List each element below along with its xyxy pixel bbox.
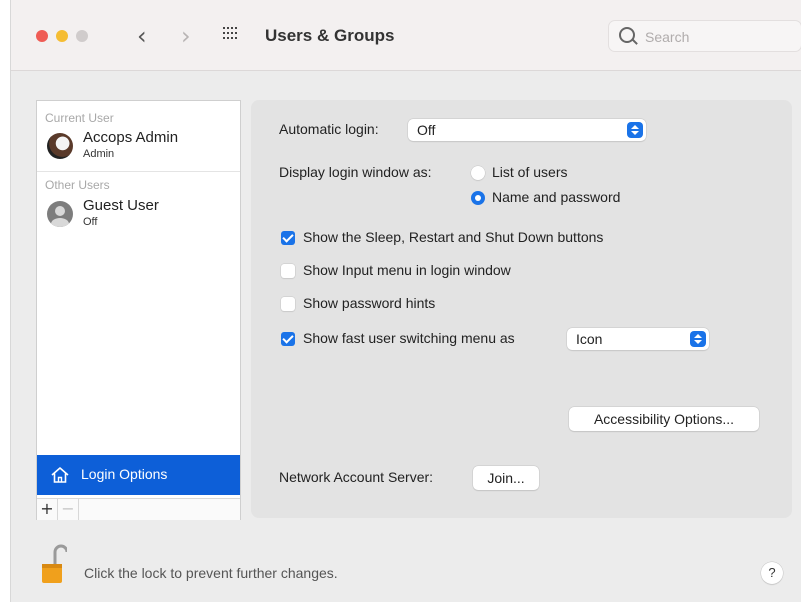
close-window-button[interactable] [36,30,48,42]
checkbox-show-sleep-restart[interactable] [281,231,295,245]
checkbox-show-password-hints[interactable] [281,297,295,311]
accessibility-options-button[interactable]: Accessibility Options... [569,407,759,431]
window-title: Users & Groups [265,26,395,45]
search-icon [619,27,635,43]
automatic-login-value: Off [417,122,436,138]
display-login-label: Display login window as: [279,164,432,180]
help-button[interactable]: ? [761,562,783,584]
other-users-label: Other Users [45,178,110,192]
eagle-avatar [47,133,73,159]
login-options-panel: Automatic login: Off Display login windo… [251,100,792,518]
user-role: Admin [83,148,115,160]
user-row-guest[interactable]: Guest User Off [37,195,240,239]
popup-arrows-icon [690,331,706,347]
sidebar-footer: + − [37,498,240,520]
automatic-login-label: Automatic login: [279,121,379,137]
radio-list-of-users-label[interactable]: List of users [492,164,567,180]
checkbox-show-password-hints-label[interactable]: Show password hints [303,295,435,311]
network-account-server-label: Network Account Server: [279,469,434,485]
radio-name-and-password[interactable] [471,191,485,205]
automatic-login-popup[interactable]: Off [408,119,646,141]
search-input[interactable] [643,27,797,47]
user-role: Off [83,216,98,228]
fast-switching-popup[interactable]: Icon [567,328,709,350]
forward-chevron-icon[interactable]: › [181,22,191,50]
join-button[interactable]: Join... [473,466,539,490]
fast-switching-value: Icon [576,331,603,347]
sidebar-item-login-options[interactable]: Login Options [37,455,240,495]
user-name: Accops Admin [83,129,179,146]
house-icon [51,467,69,483]
lock-status-text: Click the lock to prevent further change… [84,565,338,581]
user-row-accops-admin[interactable]: Accops Admin Admin [37,127,240,171]
zoom-window-button[interactable] [76,30,88,42]
guest-avatar-icon [47,201,73,227]
add-user-button[interactable]: + [37,499,58,520]
checkbox-show-sleep-restart-label[interactable]: Show the Sleep, Restart and Shut Down bu… [303,229,603,245]
user-name: Guest User [83,197,159,214]
checkbox-show-input-menu[interactable] [281,264,295,278]
login-options-label: Login Options [81,466,168,482]
users-sidebar: Current User Accops Admin Admin Other Us… [36,100,241,520]
radio-name-and-password-label[interactable]: Name and password [492,189,620,205]
search-field[interactable] [608,20,801,52]
checkbox-fast-user-switching-label[interactable]: Show fast user switching menu as [303,330,515,346]
show-all-grid-icon[interactable] [223,27,239,41]
checkbox-fast-user-switching[interactable] [281,332,295,346]
preferences-window: ‹ › Users & Groups Current User Accops A… [10,0,801,602]
divider [37,171,240,172]
unlocked-lock-icon[interactable] [41,544,67,584]
current-user-label: Current User [45,111,114,125]
checkbox-show-input-menu-label[interactable]: Show Input menu in login window [303,262,511,278]
popup-arrows-icon [627,122,643,138]
toolbar: ‹ › Users & Groups [11,0,801,71]
back-chevron-icon[interactable]: ‹ [137,22,147,50]
remove-user-button[interactable]: − [58,499,79,520]
radio-list-of-users[interactable] [471,166,485,180]
minimize-window-button[interactable] [56,30,68,42]
